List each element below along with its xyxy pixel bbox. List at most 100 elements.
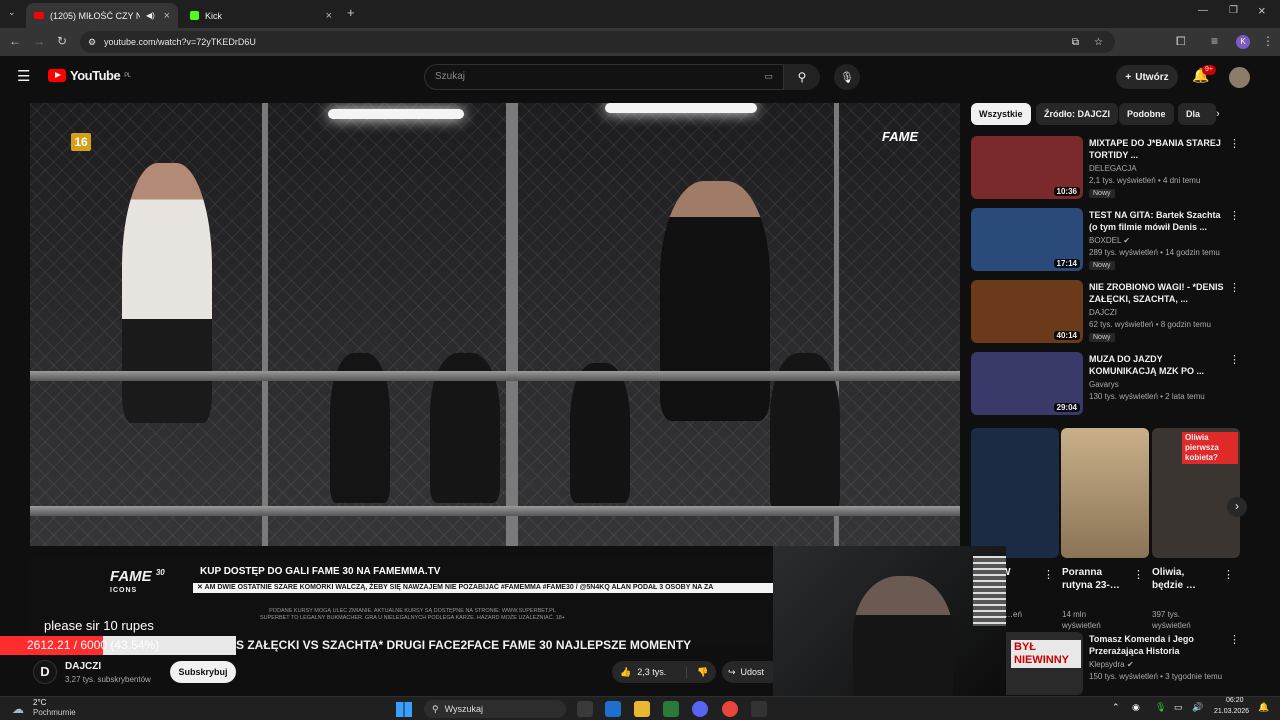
clock-time[interactable]: 06:20 [1226, 697, 1244, 704]
volume-icon[interactable]: 🔊 [1192, 702, 1203, 713]
app-icon[interactable] [751, 701, 767, 717]
channel-name[interactable]: BOXDEL ✔ [1089, 236, 1130, 245]
short-title[interactable]: Oliwia, będzie … [1152, 566, 1196, 592]
windows-start-icon[interactable] [396, 702, 412, 717]
window-close-button[interactable]: × [1258, 3, 1266, 18]
account-avatar[interactable] [1229, 67, 1250, 88]
new-tab-button[interactable]: + [347, 5, 355, 20]
verified-icon: ✔ [1123, 236, 1131, 245]
chip-from-channel[interactable]: Źródło: DAJCZI [1036, 103, 1118, 125]
like-icon[interactable]: 👍 [620, 667, 631, 678]
video-title[interactable]: NIE ZROBIONO WAGI! - *DENIS ZAŁĘCKI, SZA… [1089, 281, 1225, 305]
hamburger-menu-icon[interactable]: ☰ [17, 67, 30, 85]
subscribe-button[interactable]: Subskrybuj [170, 661, 236, 683]
video-title[interactable]: TEST NA GITA: Bartek Szachta (o tym film… [1089, 209, 1225, 233]
close-tab-icon[interactable]: × [164, 10, 170, 22]
profile-avatar[interactable]: K [1236, 35, 1250, 49]
more-options-icon[interactable]: ⋮ [1223, 568, 1234, 581]
channel-avatar[interactable]: D [33, 660, 57, 684]
site-info-icon[interactable]: ⚙ [88, 37, 96, 48]
more-options-icon[interactable]: ⋮ [1229, 353, 1240, 366]
store-icon[interactable] [663, 701, 679, 717]
stream-chat-message: please sir 10 rupes [44, 618, 154, 633]
video-title[interactable]: MUZA DO JAZDY KOMUNIKACJĄ MZK PO ... [1089, 353, 1225, 377]
video-player[interactable]: 16 FAME [30, 103, 960, 546]
channel-name[interactable]: DAJCZI [65, 661, 101, 672]
channel-name[interactable]: Klepsydra ✔ [1089, 660, 1134, 669]
weather-cloud-icon[interactable]: ☁ [12, 702, 24, 716]
minimize-button[interactable]: — [1198, 5, 1208, 16]
network-icon[interactable]: ▭ [1174, 702, 1183, 713]
search-icon: ⚲ [432, 703, 439, 714]
more-options-icon[interactable]: ⋮ [1043, 568, 1054, 581]
short-thumbnail[interactable] [971, 428, 1059, 558]
recommended-video[interactable]: 10:36 MIXTAPE DO J*BANIA STAREJ TORTIDY … [971, 136, 1241, 202]
chevron-up-icon[interactable]: ⌃ [1112, 702, 1120, 713]
recommended-video[interactable]: 17:14 TEST NA GITA: Bartek Szachta (o ty… [971, 208, 1241, 274]
video-title[interactable]: MIXTAPE DO J*BANIA STAREJ TORTIDY ... [1089, 137, 1225, 161]
weather-temp[interactable]: 2°C [33, 698, 46, 707]
chrome-icon[interactable] [722, 701, 738, 717]
media-controls-icon[interactable]: ≡ [1211, 34, 1218, 48]
like-count[interactable]: 2,3 tys. [637, 667, 666, 677]
bookmark-star-icon[interactable]: ☆ [1094, 37, 1103, 48]
maximize-button[interactable]: ❐ [1229, 5, 1238, 16]
create-button[interactable]: + Utwórz [1116, 65, 1178, 89]
streamer-figure [853, 576, 953, 696]
keyboard-icon[interactable]: ▭ [764, 71, 773, 82]
short-thumbnail[interactable] [1061, 428, 1149, 558]
dislike-icon[interactable]: 👎 [686, 666, 708, 678]
voice-search-button[interactable]: 🎙 [834, 64, 860, 90]
chip-related[interactable]: Podobne [1119, 103, 1174, 125]
chevron-right-icon[interactable]: › [1216, 108, 1220, 120]
video-thumbnail[interactable]: 10:36 [971, 136, 1083, 199]
more-options-icon[interactable]: ⋮ [1229, 281, 1240, 294]
search-button[interactable]: ⚲ [784, 64, 820, 90]
channel-name[interactable]: Gavarys [1089, 380, 1119, 389]
short-title[interactable]: Poranna rutyna 23-… [1062, 566, 1120, 592]
share-button[interactable]: ↪ Udost [722, 661, 776, 683]
recommended-video[interactable]: 29:04 MUZA DO JAZDY KOMUNIKACJĄ MZK PO .… [971, 352, 1241, 418]
video-thumbnail[interactable]: 17:14 [971, 208, 1083, 271]
discord-icon[interactable] [692, 701, 708, 717]
task-view-icon[interactable] [577, 701, 593, 717]
recommended-video[interactable]: 40:14 NIE ZROBIONO WAGI! - *DENIS ZAŁĘCK… [971, 280, 1241, 346]
close-tab-icon[interactable]: × [326, 10, 332, 22]
shorts-next-button[interactable]: › [1227, 497, 1247, 517]
extensions-icon[interactable]: ⧠ [1176, 34, 1186, 49]
search-input[interactable]: Szukaj ▭ [424, 64, 784, 90]
address-bar[interactable]: ⚙ youtube.com/watch?v=72yTKEDrD6U ⧉ ☆ [80, 31, 1115, 53]
more-options-icon[interactable]: ⋮ [1229, 209, 1240, 222]
more-options-icon[interactable]: ⋮ [1229, 137, 1240, 150]
tab-kick[interactable]: Kick × [182, 3, 340, 28]
forward-icon[interactable]: → [33, 34, 45, 48]
reload-icon[interactable]: ↻ [57, 34, 67, 48]
tab-youtube[interactable]: (1205) MIŁOŚĆ CZY NIENA… ◀) × [26, 3, 178, 28]
notification-center-icon[interactable]: 🔔 [1258, 702, 1269, 713]
channel-name[interactable]: DELEGACJA [1089, 164, 1137, 173]
cast-icon[interactable]: ⧉ [1072, 37, 1079, 48]
short-thumbnail[interactable]: Oliwia pierwsza kobieta? [1152, 428, 1240, 558]
video-duration: 29:04 [1053, 403, 1080, 412]
recommended-video[interactable]: BYŁ NIEWINNY Tomasz Komenda i Jego Przer… [971, 632, 1241, 695]
more-options-icon[interactable]: ⋮ [1133, 568, 1144, 581]
taskbar-search[interactable]: ⚲ Wyszukaj [424, 700, 566, 718]
chip-all[interactable]: Wszystkie [971, 103, 1031, 125]
tab-list-button[interactable]: ⌄ [8, 7, 16, 18]
browser-menu-icon[interactable]: ⋮ [1262, 34, 1274, 48]
chip-for-you[interactable]: Dla [1178, 103, 1216, 125]
video-thumbnail[interactable]: 40:14 [971, 280, 1083, 343]
outlook-icon[interactable] [605, 701, 621, 717]
video-thumbnail[interactable]: 29:04 [971, 352, 1083, 415]
video-title[interactable]: Tomasz Komenda i Jego Przerażająca Histo… [1089, 633, 1225, 657]
short-meta: 14 mln wyświetleń [1062, 609, 1101, 631]
tray-app-icon[interactable]: ◉ [1132, 702, 1140, 713]
youtube-logo[interactable]: YouTube PL [48, 68, 131, 83]
more-options-icon[interactable]: ⋮ [1229, 633, 1240, 646]
file-explorer-icon[interactable] [634, 701, 650, 717]
clock-date[interactable]: 21.03.2026 [1214, 708, 1249, 715]
back-icon[interactable]: ← [9, 34, 21, 48]
weather-desc[interactable]: Pochmurnie [33, 708, 76, 717]
microphone-tray-icon[interactable]: 🎙 [1155, 702, 1166, 713]
channel-name[interactable]: DAJCZI [1089, 308, 1117, 317]
